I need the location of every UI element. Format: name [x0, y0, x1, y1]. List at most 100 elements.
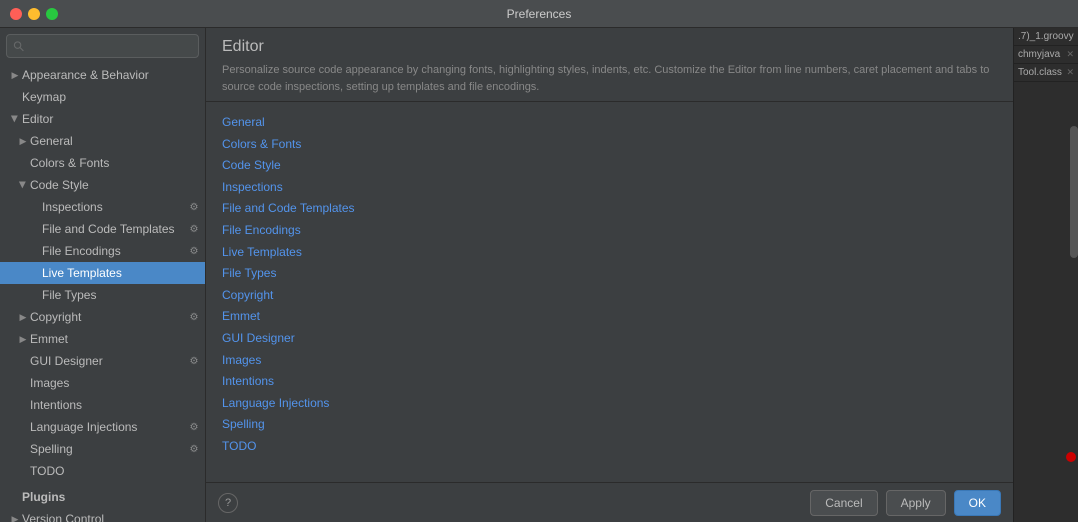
tab-groovy[interactable]: .7)_1.groovy	[1014, 28, 1078, 46]
sidebar-item-label: Appearance & Behavior	[22, 68, 149, 82]
search-input[interactable]	[28, 39, 192, 53]
close-button[interactable]	[10, 8, 22, 20]
sidebar-item-label: Live Templates	[42, 266, 122, 280]
content-description: Personalize source code appearance by ch…	[222, 62, 997, 95]
tab-tool-class[interactable]: Tool.class ✕	[1014, 64, 1078, 82]
sidebar-item-file-types[interactable]: ▶ File Types	[0, 284, 205, 306]
tab-close-icon[interactable]: ✕	[1066, 67, 1074, 78]
help-button[interactable]: ?	[218, 493, 238, 513]
sidebar-item-label: Images	[30, 376, 69, 390]
settings-icon: ⚙	[187, 442, 201, 456]
tab-chmyjava[interactable]: chmyjava ✕	[1014, 46, 1078, 64]
arrow-icon: ▶	[16, 178, 30, 192]
sidebar-item-file-code-templates[interactable]: ▶ File and Code Templates ⚙	[0, 218, 205, 240]
sidebar-item-version-control[interactable]: ▶ Version Control	[0, 508, 205, 522]
sidebar-item-label: Spelling	[30, 442, 73, 456]
window-title: Preferences	[507, 7, 572, 21]
sidebar-item-intentions[interactable]: ▶ Intentions	[0, 394, 205, 416]
minimize-button[interactable]	[28, 8, 40, 20]
search-box[interactable]	[6, 34, 199, 58]
sidebar-item-spelling[interactable]: ▶ Spelling ⚙	[0, 438, 205, 460]
tab-label: chmyjava	[1018, 49, 1060, 60]
link-emmet[interactable]: Emmet	[222, 306, 997, 328]
sidebar: ▶ Appearance & Behavior ▶ Keymap ▶ Edito…	[0, 28, 206, 522]
sidebar-item-appearance[interactable]: ▶ Appearance & Behavior	[0, 64, 205, 86]
content-title: Editor	[222, 38, 997, 56]
link-general[interactable]: General	[222, 112, 997, 134]
link-language-injections[interactable]: Language Injections	[222, 393, 997, 415]
arrow-icon: ▶	[16, 332, 30, 346]
sidebar-item-label: Intentions	[30, 398, 82, 412]
sidebar-item-emmet[interactable]: ▶ Emmet	[0, 328, 205, 350]
sidebar-item-language-injections[interactable]: ▶ Language Injections ⚙	[0, 416, 205, 438]
settings-icon: ⚙	[187, 222, 201, 236]
settings-icon: ⚙	[187, 420, 201, 434]
sidebar-item-label: Colors & Fonts	[30, 156, 109, 170]
link-intentions[interactable]: Intentions	[222, 371, 997, 393]
sidebar-item-inspections[interactable]: ▶ Inspections ⚙	[0, 196, 205, 218]
sidebar-item-code-style[interactable]: ▶ Code Style	[0, 174, 205, 196]
link-colors-fonts[interactable]: Colors & Fonts	[222, 134, 997, 156]
sidebar-item-label: File and Code Templates	[42, 222, 175, 236]
sidebar-item-plugins[interactable]: ▶ Plugins	[0, 486, 205, 508]
sidebar-item-label: Version Control	[22, 512, 104, 522]
content-pane: Editor Personalize source code appearanc…	[206, 28, 1013, 522]
ok-button[interactable]: OK	[954, 490, 1001, 516]
content-header: Editor Personalize source code appearanc…	[206, 28, 1013, 102]
sidebar-item-colors-fonts[interactable]: ▶ Colors & Fonts	[0, 152, 205, 174]
sidebar-item-label: Emmet	[30, 332, 68, 346]
link-file-code-templates[interactable]: File and Code Templates	[222, 198, 997, 220]
link-file-types[interactable]: File Types	[222, 263, 997, 285]
tab-label: Tool.class	[1018, 67, 1062, 78]
link-spelling[interactable]: Spelling	[222, 414, 997, 436]
scroll-thumb[interactable]	[1070, 126, 1078, 258]
sidebar-item-label: File Encodings	[42, 244, 121, 258]
sidebar-item-keymap[interactable]: ▶ Keymap	[0, 86, 205, 108]
sidebar-item-label: Copyright	[30, 310, 81, 324]
content-body: General Colors & Fonts Code Style Inspec…	[206, 102, 1013, 482]
sidebar-item-label: Inspections	[42, 200, 103, 214]
window-controls[interactable]	[10, 8, 58, 20]
tab-label: .7)_1.groovy	[1018, 31, 1074, 42]
sidebar-tree: ▶ Appearance & Behavior ▶ Keymap ▶ Edito…	[0, 62, 205, 522]
main-container: ▶ Appearance & Behavior ▶ Keymap ▶ Edito…	[0, 28, 1078, 522]
maximize-button[interactable]	[46, 8, 58, 20]
settings-icon: ⚙	[187, 200, 201, 214]
settings-icon: ⚙	[187, 244, 201, 258]
link-copyright[interactable]: Copyright	[222, 285, 997, 307]
sidebar-item-gui-designer[interactable]: ▶ GUI Designer ⚙	[0, 350, 205, 372]
error-indicator	[1066, 452, 1076, 462]
sidebar-item-live-templates[interactable]: ▶ Live Templates	[0, 262, 205, 284]
link-inspections[interactable]: Inspections	[222, 177, 997, 199]
settings-icon: ⚙	[187, 354, 201, 368]
sidebar-item-todo[interactable]: ▶ TODO	[0, 460, 205, 482]
sidebar-item-label: File Types	[42, 288, 96, 302]
arrow-icon: ▶	[8, 68, 22, 82]
link-gui-designer[interactable]: GUI Designer	[222, 328, 997, 350]
link-file-encodings[interactable]: File Encodings	[222, 220, 997, 242]
link-todo[interactable]: TODO	[222, 436, 997, 458]
sidebar-item-label: GUI Designer	[30, 354, 103, 368]
link-images[interactable]: Images	[222, 350, 997, 372]
link-code-style[interactable]: Code Style	[222, 155, 997, 177]
cancel-button[interactable]: Cancel	[810, 490, 877, 516]
tab-close-icon[interactable]: ✕	[1066, 49, 1074, 60]
link-live-templates[interactable]: Live Templates	[222, 242, 997, 264]
sidebar-item-editor[interactable]: ▶ Editor	[0, 108, 205, 130]
search-icon	[13, 40, 24, 52]
title-bar: Preferences	[0, 0, 1078, 28]
bottom-bar: ? Cancel Apply OK	[206, 482, 1013, 522]
sidebar-item-label: Keymap	[22, 90, 66, 104]
apply-button[interactable]: Apply	[886, 490, 946, 516]
sidebar-item-label: Code Style	[30, 178, 89, 192]
sidebar-item-general[interactable]: ▶ General	[0, 130, 205, 152]
sidebar-item-label: TODO	[30, 464, 64, 478]
arrow-icon: ▶	[16, 134, 30, 148]
sidebar-item-file-encodings[interactable]: ▶ File Encodings ⚙	[0, 240, 205, 262]
arrow-icon: ▶	[8, 512, 22, 522]
arrow-icon: ▶	[8, 112, 22, 126]
sidebar-item-label: Editor	[22, 112, 53, 126]
sidebar-item-copyright[interactable]: ▶ Copyright ⚙	[0, 306, 205, 328]
sidebar-item-images[interactable]: ▶ Images	[0, 372, 205, 394]
editor-scroll-area	[1014, 82, 1078, 522]
